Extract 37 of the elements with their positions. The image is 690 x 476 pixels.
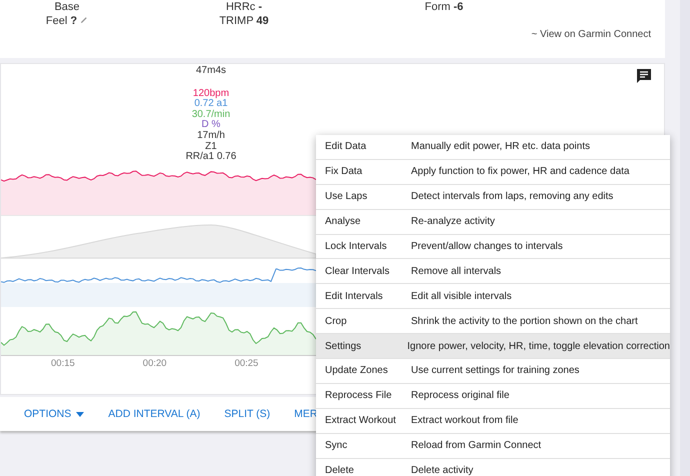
- menu-item[interactable]: Edit Data Manually edit power, HR etc. data points: [316, 135, 670, 160]
- comment-icon[interactable]: [636, 68, 652, 84]
- menu-item[interactable]: Settings Ignore power, velocity, HR, time, toggle elevation correction: [316, 334, 670, 360]
- menu-item[interactable]: Fix Data Apply function to fix power, HR and cadence data: [316, 160, 670, 185]
- chart-reading: RR/a1 0.76: [186, 152, 236, 163]
- time-reading: 47m4s: [196, 66, 226, 77]
- menu-item[interactable]: Extract Workout Extract workout from file: [316, 408, 670, 434]
- menu-item[interactable]: Reprocess File Reprocess original file: [316, 384, 670, 409]
- chart-reading: 120bpm: [192, 88, 230, 99]
- chart-reading: D %: [202, 120, 220, 130]
- garmin-connect-link[interactable]: ~ View on Garmin Connect: [531, 29, 651, 40]
- summary-stat: HRRc -: [226, 1, 262, 13]
- chart-reading: Z1: [205, 142, 217, 152]
- menu-item[interactable]: Delete Delete activity: [316, 458, 670, 476]
- menu-item[interactable]: Edit Intervals Edit all visible intervals: [316, 284, 670, 310]
- menu-item[interactable]: Use Laps Detect intervals from laps, removing any edits: [316, 184, 670, 210]
- options-button[interactable]: OPTIONS: [24, 406, 84, 422]
- axis-label: 00:25: [234, 358, 258, 369]
- chart-reading: 0.72 a1: [194, 99, 228, 110]
- pencil-icon[interactable]: [80, 16, 88, 24]
- trimp-stat: TRIMP 49: [219, 15, 269, 27]
- caret-icon: [76, 412, 84, 416]
- menu-item[interactable]: Analyse Re-analyze activity: [316, 210, 670, 235]
- chart-reading: 17m/h: [197, 130, 225, 142]
- toolbar-button[interactable]: SPLIT (S): [224, 406, 270, 422]
- menu-item[interactable]: Clear Intervals Remove all intervals: [316, 259, 670, 284]
- summary-stat: Form -6: [424, 1, 464, 13]
- axis-label: 00:15: [51, 358, 75, 369]
- menu-item[interactable]: Sync Reload from Garmin Connect: [316, 434, 670, 459]
- chart-reading: 30.7/min: [192, 110, 230, 120]
- toolbar-button[interactable]: ADD INTERVAL (A): [108, 406, 200, 422]
- toolbar-button[interactable]: MER: [294, 406, 318, 422]
- menu-item[interactable]: Update Zones Use current settings for training zones: [316, 359, 670, 384]
- menu-item[interactable]: Lock Intervals Prevent/allow changes to intervals: [316, 234, 670, 260]
- axis-label: 00:20: [142, 358, 167, 369]
- feel-stat: Feel ?: [46, 15, 78, 27]
- summary-stat: Base: [54, 1, 80, 13]
